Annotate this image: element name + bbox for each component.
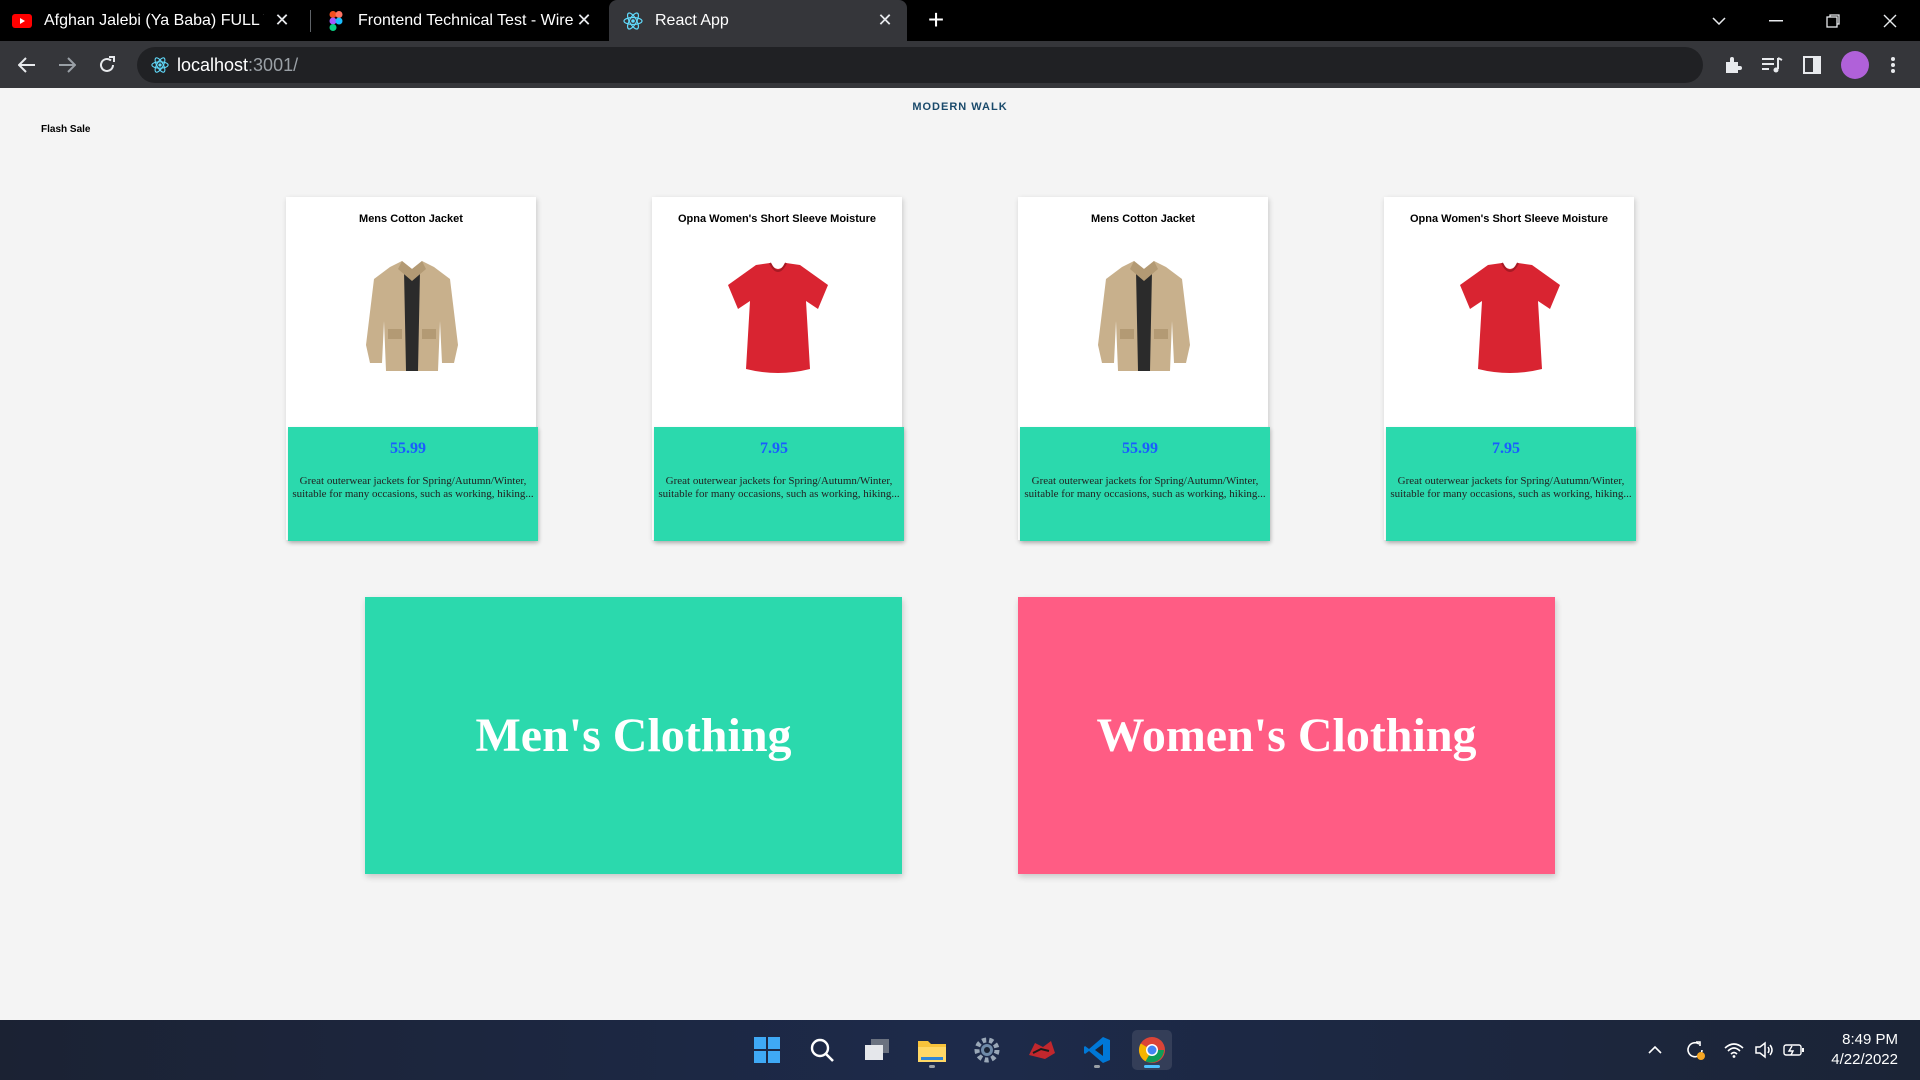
flash-sale-heading: Flash Sale: [41, 124, 91, 135]
close-tab-icon[interactable]: ✕: [574, 10, 594, 30]
product-card[interactable]: Mens Cotton Jacket 55.99 Great outerwear…: [1018, 197, 1270, 541]
brand-title[interactable]: MODERN WALK: [0, 101, 1920, 113]
product-title: Mens Cotton Jacket: [1091, 213, 1195, 225]
chrome-icon[interactable]: [1132, 1030, 1172, 1070]
product-info-panel: 55.99 Great outerwear jackets for Spring…: [1020, 427, 1270, 541]
url-port: :3001/: [248, 55, 299, 75]
product-title: Opna Women's Short Sleeve Moisture: [1409, 213, 1608, 225]
tab-youtube[interactable]: Afghan Jalebi (Ya Baba) FULL VIDEO ✕: [12, 0, 304, 41]
back-icon[interactable]: [10, 48, 44, 82]
close-window-icon[interactable]: [1862, 0, 1918, 41]
volume-icon[interactable]: [1752, 1038, 1776, 1062]
product-description: Great outerwear jackets for Spring/Autum…: [658, 475, 900, 500]
product-price: 55.99: [1122, 440, 1158, 457]
battery-icon[interactable]: [1782, 1038, 1806, 1062]
product-price: 7.95: [760, 440, 788, 457]
category-label: Women's Clothing: [1096, 709, 1477, 762]
product-card[interactable]: Mens Cotton Jacket 55.99 Great outerwear…: [286, 197, 538, 541]
tshirt-image: [1440, 249, 1580, 389]
game-app-icon[interactable]: [1022, 1030, 1062, 1070]
figma-icon: [326, 10, 346, 31]
running-indicator: [929, 1065, 935, 1068]
restore-icon[interactable]: [1805, 0, 1861, 41]
product-description: Great outerwear jackets for Spring/Autum…: [292, 475, 534, 500]
product-info-panel: 7.95 Great outerwear jackets for Spring/…: [654, 427, 904, 541]
new-tab-icon[interactable]: +: [921, 6, 951, 36]
mens-clothing-button[interactable]: Men's Clothing: [365, 597, 902, 874]
close-tab-icon[interactable]: ✕: [875, 10, 895, 30]
clock-date: 4/22/2022: [1831, 1051, 1898, 1068]
product-info-panel: 55.99 Great outerwear jackets for Spring…: [288, 427, 538, 541]
media-control-icon[interactable]: [1759, 52, 1785, 78]
product-title: Opna Women's Short Sleeve Moisture: [677, 213, 876, 225]
tab-title: Afghan Jalebi (Ya Baba) FULL VIDEO: [44, 11, 264, 29]
windows-taskbar: 8:49 PM 4/22/2022: [0, 1020, 1920, 1080]
running-indicator: [1094, 1065, 1100, 1068]
tab-title: React App: [655, 11, 729, 29]
forward-icon[interactable]: [50, 48, 84, 82]
reload-icon[interactable]: [90, 48, 124, 82]
more-menu-icon[interactable]: [1880, 52, 1906, 78]
settings-icon[interactable]: [967, 1030, 1007, 1070]
address-bar[interactable]: localhost:3001/: [137, 47, 1703, 83]
start-icon[interactable]: [747, 1030, 787, 1070]
youtube-icon: [12, 11, 32, 31]
tab-figma[interactable]: Frontend Technical Test - Wireapp ✕: [326, 0, 606, 41]
tab-title: Frontend Technical Test - Wireapp: [358, 11, 574, 29]
file-explorer-icon[interactable]: [912, 1030, 952, 1070]
url-host: localhost: [177, 55, 249, 75]
profile-avatar[interactable]: [1841, 51, 1869, 79]
close-tab-icon[interactable]: ✕: [272, 10, 292, 30]
jacket-image: [1074, 249, 1214, 389]
tab-react-app[interactable]: React App ✕: [609, 0, 907, 41]
product-description: Great outerwear jackets for Spring/Autum…: [1024, 475, 1266, 500]
search-icon[interactable]: [802, 1030, 842, 1070]
product-price: 7.95: [1492, 440, 1520, 457]
task-view-icon[interactable]: [857, 1030, 897, 1070]
minimize-icon[interactable]: [1748, 0, 1804, 41]
product-card[interactable]: Opna Women's Short Sleeve Moisture 7.95 …: [652, 197, 904, 541]
site-info-icon[interactable]: [151, 56, 169, 79]
url-text: localhost:3001/: [177, 55, 298, 76]
product-info-panel: 7.95 Great outerwear jackets for Spring/…: [1386, 427, 1636, 541]
side-panel-icon[interactable]: [1799, 52, 1825, 78]
product-title: Mens Cotton Jacket: [359, 213, 463, 225]
wifi-icon[interactable]: [1722, 1038, 1746, 1062]
category-label: Men's Clothing: [475, 709, 792, 762]
product-price: 55.99: [390, 440, 426, 457]
browser-toolbar: localhost:3001/: [0, 41, 1920, 88]
chevron-up-icon[interactable]: [1643, 1038, 1667, 1062]
tshirt-image: [708, 249, 848, 389]
product-description: Great outerwear jackets for Spring/Autum…: [1390, 475, 1632, 500]
womens-clothing-button[interactable]: Women's Clothing: [1018, 597, 1555, 874]
vscode-icon[interactable]: [1077, 1030, 1117, 1070]
tab-separator: [310, 10, 311, 32]
extensions-icon[interactable]: [1720, 52, 1746, 78]
web-page: MODERN WALK Flash Sale Mens Cotton Jacke…: [0, 88, 1920, 1020]
jacket-image: [342, 249, 482, 389]
running-indicator: [1144, 1065, 1160, 1068]
clock-time: 8:49 PM: [1842, 1031, 1898, 1048]
browser-tab-strip: Afghan Jalebi (Ya Baba) FULL VIDEO ✕ Fro…: [0, 0, 1920, 41]
tab-search-icon[interactable]: [1691, 0, 1747, 41]
react-icon: [623, 11, 643, 31]
system-clock[interactable]: 8:49 PM 4/22/2022: [1818, 1030, 1898, 1070]
sync-icon[interactable]: [1683, 1038, 1707, 1062]
product-card[interactable]: Opna Women's Short Sleeve Moisture 7.95 …: [1384, 197, 1636, 541]
